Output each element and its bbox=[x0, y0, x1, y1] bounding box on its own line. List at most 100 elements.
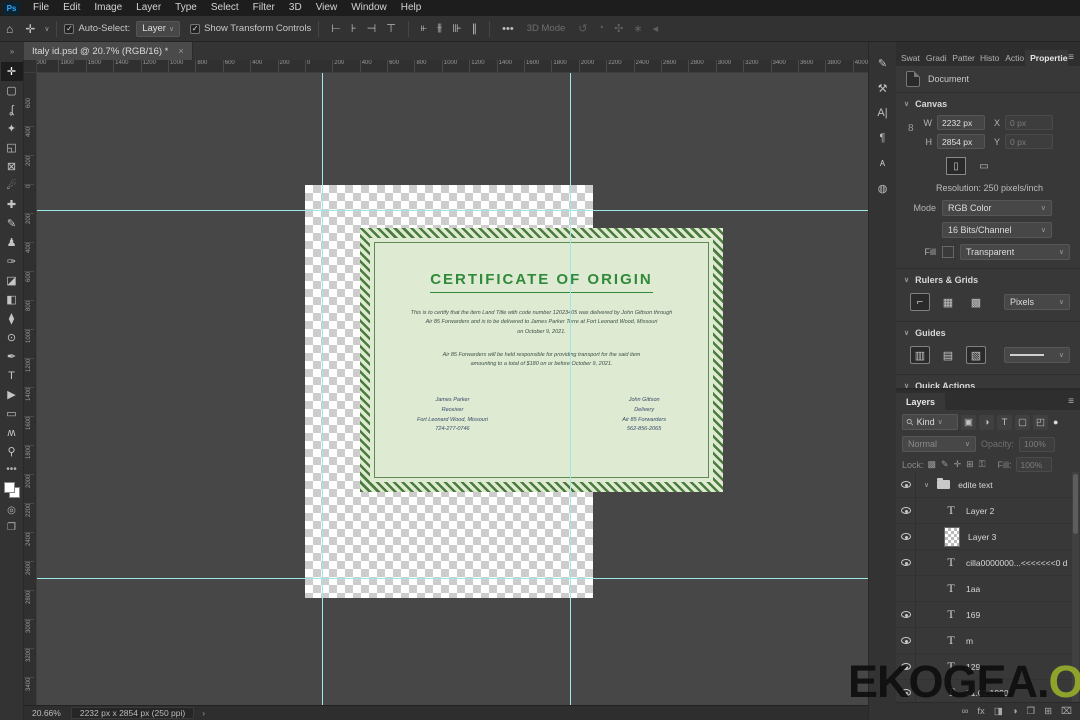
eye-icon[interactable] bbox=[900, 507, 911, 514]
zoom-level[interactable]: 20.66% bbox=[32, 708, 61, 718]
distribute-icon[interactable]: ∥ bbox=[472, 22, 478, 35]
toggle-grid-icon[interactable]: ▦ bbox=[938, 293, 958, 311]
tool-button[interactable]: ◧ bbox=[1, 290, 23, 309]
current-tool-icon[interactable]: ✛ bbox=[25, 22, 35, 36]
link-dimensions-icon[interactable]: 8 bbox=[908, 123, 914, 134]
layer-name[interactable]: Layer 2 bbox=[966, 506, 994, 516]
layer-row[interactable]: ∨ T Layer 3 bbox=[896, 524, 1080, 550]
more-options-icon[interactable]: ••• bbox=[502, 23, 514, 35]
layer-row[interactable]: ∨ T Layer 2 bbox=[896, 498, 1080, 524]
guide-style-dropdown[interactable]: ∨ bbox=[1004, 347, 1070, 363]
3d-mode-icon[interactable]: ◂ bbox=[653, 22, 659, 35]
tool-button[interactable]: ✦ bbox=[1, 119, 23, 138]
panel-tab[interactable]: Patter bbox=[947, 50, 975, 66]
guide-horizontal-bottom[interactable] bbox=[37, 578, 868, 579]
tool-button[interactable]: ▢ bbox=[1, 81, 23, 100]
tool-button[interactable]: ♟ bbox=[1, 233, 23, 252]
panel-icon[interactable]: ✎ bbox=[871, 52, 895, 74]
layer-name[interactable]: 169 bbox=[966, 610, 980, 620]
visibility-cell[interactable] bbox=[896, 628, 916, 653]
foreground-color-swatch[interactable] bbox=[3, 482, 15, 493]
align-icon[interactable]: ⊢ bbox=[331, 22, 341, 35]
fill-field[interactable]: 100% bbox=[1015, 457, 1052, 472]
tool-button[interactable]: ✎ bbox=[1, 214, 23, 233]
align-icon[interactable]: ⊦ bbox=[351, 22, 357, 35]
lock-icon[interactable]: ⊞ bbox=[966, 459, 974, 470]
menu-item[interactable]: Edit bbox=[56, 0, 87, 16]
tool-button[interactable]: ☄ bbox=[1, 176, 23, 195]
visibility-cell[interactable] bbox=[896, 472, 916, 497]
menu-item[interactable]: Select bbox=[204, 0, 246, 16]
tool-button[interactable]: ⊠ bbox=[1, 157, 23, 176]
panel-tab[interactable]: Histo bbox=[975, 50, 1000, 66]
auto-select-target-dropdown[interactable]: Layer ∨ bbox=[136, 20, 181, 37]
lock-guides-icon[interactable]: ▤ bbox=[938, 346, 958, 364]
visibility-cell[interactable] bbox=[896, 576, 916, 601]
eye-icon[interactable] bbox=[900, 559, 911, 566]
layer-name[interactable]: edite text bbox=[958, 480, 993, 490]
tool-button[interactable]: ʍ bbox=[1, 423, 23, 442]
panel-menu-icon[interactable]: ≡ bbox=[1068, 52, 1080, 66]
layers-tab[interactable]: Layers bbox=[896, 393, 946, 410]
tool-button[interactable]: ✑ bbox=[1, 252, 23, 271]
color-mode-dropdown[interactable]: RGB Color ∨ bbox=[942, 200, 1052, 216]
top-ruler[interactable]: 2000180016001400120010008006004002000200… bbox=[37, 60, 868, 73]
toggle-pixel-grid-icon[interactable]: ▩ bbox=[966, 293, 986, 311]
layer-row[interactable]: ∨ T cilla0000000...<<<<<<<0 d bbox=[896, 550, 1080, 576]
portrait-orientation-button[interactable]: ▯ bbox=[946, 157, 966, 175]
distribute-icon[interactable]: ⊪ bbox=[452, 22, 462, 35]
toggle-rulers-icon[interactable]: ⌐ bbox=[910, 293, 930, 311]
lock-icon[interactable]: ✛ bbox=[954, 459, 962, 470]
document-tab[interactable]: Italy id.psd @ 20.7% (RGB/16) * × bbox=[24, 42, 193, 60]
layer-name[interactable]: Layer 3 bbox=[968, 532, 996, 542]
layer-row[interactable]: ∨ T 169 bbox=[896, 602, 1080, 628]
align-icon[interactable]: ⊣ bbox=[367, 22, 377, 35]
filter-kind-dropdown[interactable]: ⚲ Kind ∨ bbox=[902, 414, 958, 430]
tool-button[interactable]: ✚ bbox=[1, 195, 23, 214]
tool-button[interactable]: ▶ bbox=[1, 385, 23, 404]
eye-icon[interactable] bbox=[900, 637, 911, 644]
menu-item[interactable]: Filter bbox=[246, 0, 282, 16]
menu-item[interactable]: Help bbox=[394, 0, 429, 16]
tool-button[interactable]: ◪ bbox=[1, 271, 23, 290]
filter-icon[interactable]: ◑ bbox=[979, 414, 994, 430]
tool-preset-caret-icon[interactable]: ∨ bbox=[44, 25, 49, 33]
ruler-units-dropdown[interactable]: Pixels ∨ bbox=[1004, 294, 1070, 310]
landscape-orientation-button[interactable]: ▭ bbox=[974, 157, 994, 175]
guide-vertical-right[interactable] bbox=[570, 73, 571, 705]
color-swatches[interactable] bbox=[3, 482, 20, 498]
layer-row[interactable]: ∨ T edite text bbox=[896, 472, 1080, 498]
status-chevron-icon[interactable]: › bbox=[202, 708, 205, 718]
lock-icon[interactable]: ▩ bbox=[928, 459, 937, 470]
show-transform-checkbox[interactable]: ✓ bbox=[190, 23, 201, 34]
layer-name[interactable]: cilla0000000...<<<<<<<0 d bbox=[966, 558, 1067, 568]
canvas-height-field[interactable]: 2854 px bbox=[937, 134, 985, 149]
filter-icon[interactable]: ▢ bbox=[1015, 414, 1030, 430]
clear-guides-icon[interactable]: ▧ bbox=[966, 346, 986, 364]
3d-mode-icon[interactable]: ◔ bbox=[598, 22, 605, 35]
lock-icon[interactable]: ✎ bbox=[941, 459, 949, 470]
panel-icon[interactable]: ◍ bbox=[871, 177, 895, 199]
tool-button[interactable]: ◱ bbox=[1, 138, 23, 157]
menu-item[interactable]: 3D bbox=[282, 0, 309, 16]
document-viewport[interactable]: CERTIFICATE OF ORIGIN This is to certify… bbox=[37, 73, 868, 705]
visibility-cell[interactable] bbox=[896, 498, 916, 523]
panel-icon[interactable]: A| bbox=[871, 102, 895, 124]
guide-horizontal-top[interactable] bbox=[37, 210, 868, 211]
fill-dropdown[interactable]: Transparent ∨ bbox=[960, 244, 1070, 260]
edit-toolbar-icon[interactable]: ••• bbox=[6, 464, 17, 475]
guide-vertical-left[interactable] bbox=[322, 73, 323, 705]
fill-swatch[interactable] bbox=[942, 246, 954, 258]
filter-icon[interactable]: ▣ bbox=[961, 414, 976, 430]
panel-icon[interactable]: ⚒ bbox=[871, 77, 895, 99]
layer-name[interactable]: 1aa bbox=[966, 584, 980, 594]
panel-icon[interactable]: ¶ bbox=[871, 127, 895, 149]
visibility-cell[interactable] bbox=[896, 550, 916, 575]
panel-tab[interactable]: Swat bbox=[896, 50, 921, 66]
layers-menu-icon[interactable]: ≡ bbox=[1068, 396, 1080, 410]
menu-item[interactable]: File bbox=[26, 0, 56, 16]
eye-icon[interactable] bbox=[900, 533, 911, 540]
eye-icon[interactable] bbox=[900, 611, 911, 618]
tool-button[interactable]: ⚲ bbox=[1, 442, 23, 461]
close-icon[interactable]: × bbox=[178, 46, 183, 56]
